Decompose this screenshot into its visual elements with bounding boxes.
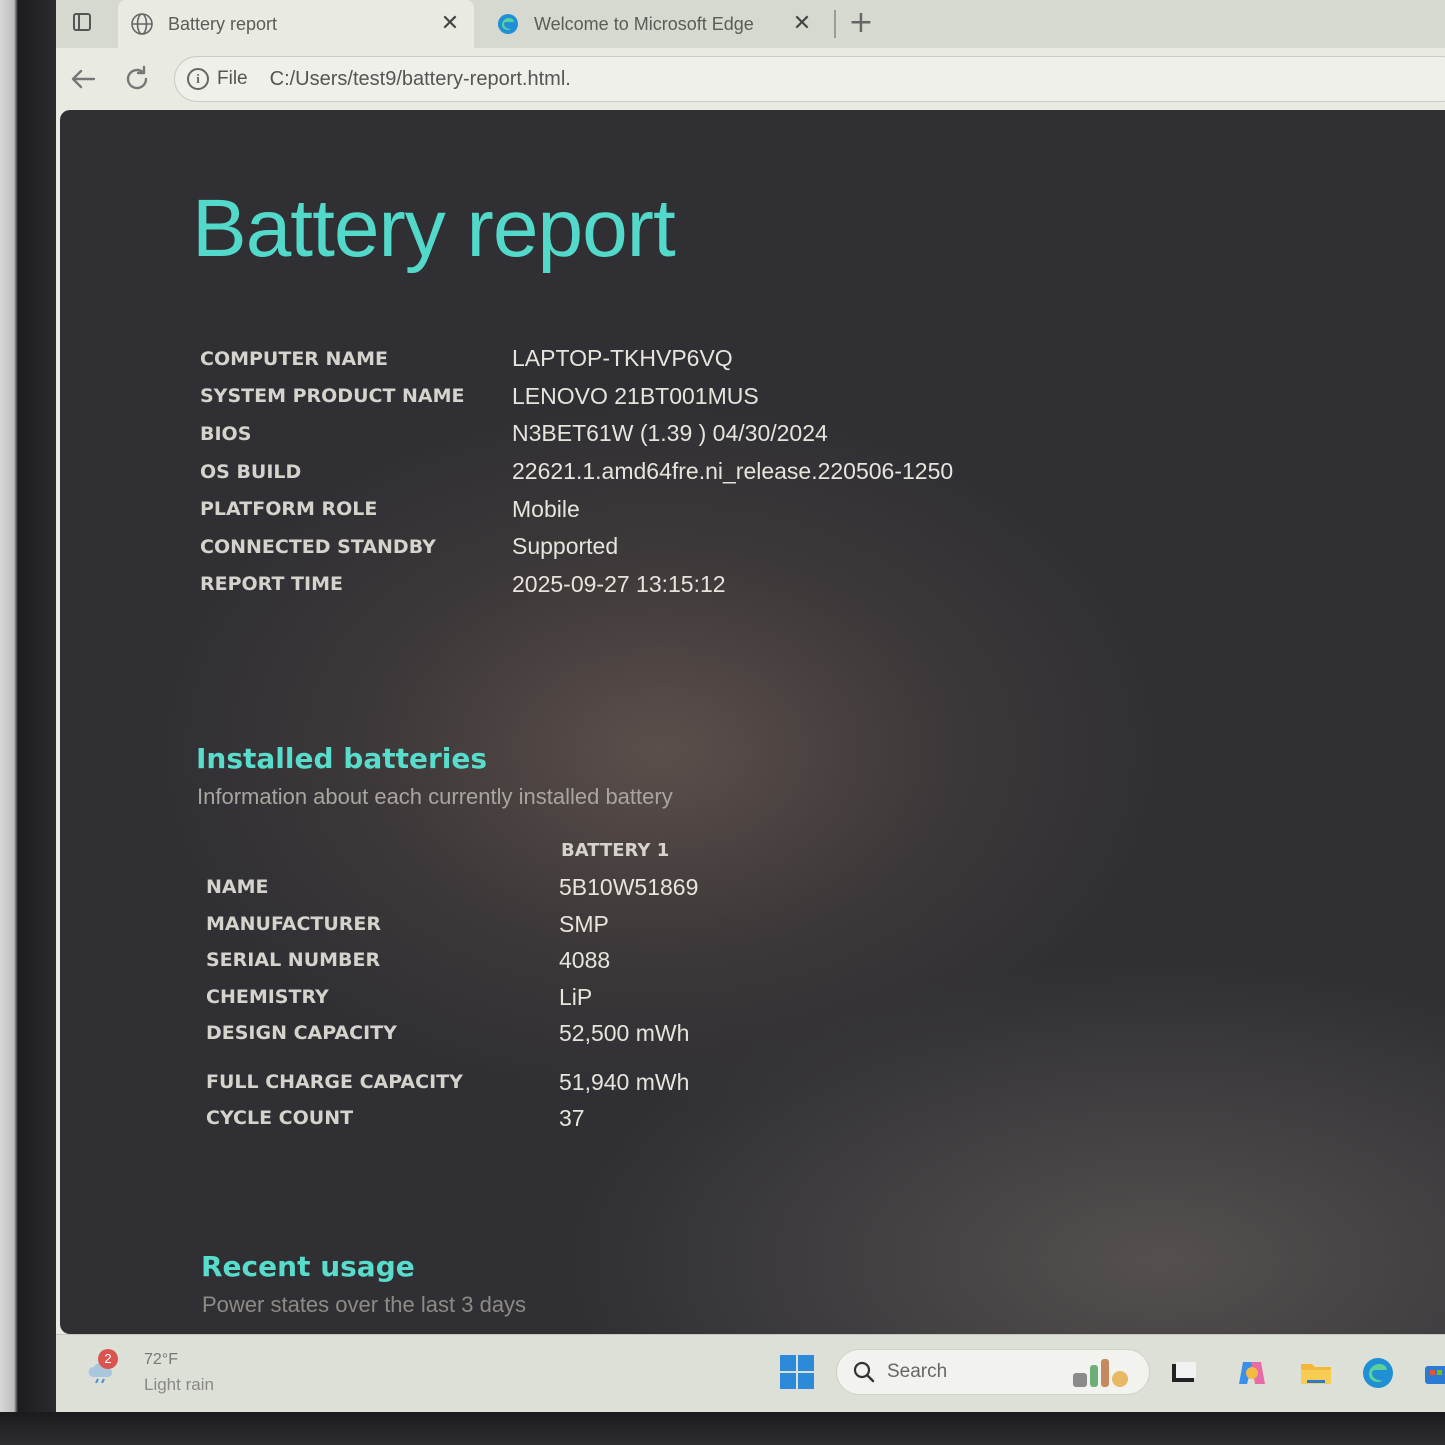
recent-usage-subheading: Power states over the last 3 days xyxy=(202,1292,527,1317)
weather-temperature: 72°F xyxy=(144,1351,178,1368)
row-label: BIOS xyxy=(200,422,252,445)
windows-logo-tile xyxy=(780,1355,796,1371)
row-value: 4088 xyxy=(559,946,611,973)
page-title: Battery report xyxy=(192,183,676,274)
row-value: LENOVO 21BT001MUS xyxy=(512,382,759,409)
row-label: REPORT TIME xyxy=(200,573,343,596)
installed-batteries-heading: Installed batteries xyxy=(196,742,488,775)
close-icon[interactable]: ✕ xyxy=(440,13,460,35)
url-scheme: File xyxy=(217,68,248,89)
new-tab-button[interactable]: + xyxy=(846,8,876,38)
row-label: CYCLE COUNT xyxy=(206,1107,354,1129)
row-label: COMPUTER NAME xyxy=(200,347,389,370)
row-label: PLATFORM ROLE xyxy=(200,498,378,521)
table-row: SERIAL NUMBER 4088 xyxy=(206,942,610,978)
address-bar[interactable]: i File C:/Users/test9/battery-report.htm… xyxy=(174,56,1445,102)
file-explorer-button[interactable] xyxy=(1296,1353,1336,1393)
battery-column-header: BATTERY 1 xyxy=(561,840,670,861)
row-value: LAPTOP-TKHVP6VQ xyxy=(512,345,733,372)
table-row: CYCLE COUNT 37 xyxy=(206,1100,585,1136)
table-row: FULL CHARGE CAPACITY 51,940 mWh xyxy=(206,1064,689,1100)
table-row: PLATFORM ROLE Mobile xyxy=(200,490,953,528)
table-row: MANUFACTURER SMP xyxy=(206,906,609,942)
tab-battery-report[interactable]: Battery report ✕ xyxy=(118,0,474,48)
copilot-button[interactable] xyxy=(1232,1353,1272,1393)
row-label: CONNECTED STANDBY xyxy=(200,535,436,558)
screen: Battery report ✕ Welcome to Microsoft Ed… xyxy=(56,0,1445,1412)
table-row: COMPUTER NAME LAPTOP-TKHVP6VQ xyxy=(200,340,953,378)
back-button[interactable] xyxy=(66,62,100,96)
store-icon xyxy=(1425,1366,1445,1384)
taskbar-search[interactable]: Search xyxy=(836,1349,1150,1395)
table-row: CONNECTED STANDBY Supported xyxy=(200,528,953,566)
tab-actions-button[interactable] xyxy=(68,10,96,34)
url-text[interactable]: C:/Users/test9/battery-report.html. xyxy=(270,68,571,91)
row-label: SERIAL NUMBER xyxy=(206,949,381,971)
monitor-bezel-bottom xyxy=(0,1412,1445,1445)
windows-logo-tile xyxy=(798,1373,814,1389)
store-button[interactable] xyxy=(1416,1353,1445,1393)
tab-strip: Battery report ✕ Welcome to Microsoft Ed… xyxy=(56,0,1445,48)
address-toolbar: i File C:/Users/test9/battery-report.htm… xyxy=(56,48,1445,110)
notification-badge: 2 xyxy=(98,1349,118,1369)
close-icon[interactable]: ✕ xyxy=(792,13,812,35)
search-label: Search xyxy=(887,1361,948,1382)
tab-title: Welcome to Microsoft Edge xyxy=(534,13,754,34)
windows-logo-tile xyxy=(798,1355,814,1371)
row-label: NAME xyxy=(206,876,269,898)
row-label: DESIGN CAPACITY xyxy=(206,1022,397,1044)
row-value: 5B10W51869 xyxy=(559,873,699,900)
table-row: NAME 5B10W51869 xyxy=(206,869,698,905)
row-value: SMP xyxy=(559,910,609,937)
row-label: MANUFACTURER xyxy=(206,913,382,935)
system-info-table: COMPUTER NAME LAPTOP-TKHVP6VQ SYSTEM PRO… xyxy=(200,340,953,603)
folder-icon xyxy=(1301,1364,1331,1384)
row-value: 52,500 mWh xyxy=(559,1019,690,1046)
tab-divider xyxy=(834,10,836,38)
table-row: SYSTEM PRODUCT NAME LENOVO 21BT001MUS xyxy=(200,378,953,416)
edge-taskbar-button[interactable] xyxy=(1358,1353,1398,1393)
monitor-bezel-left xyxy=(0,0,56,1445)
row-value: N3BET61W (1.39 ) 04/30/2024 xyxy=(512,420,828,447)
row-value: 2025-09-27 13:15:12 xyxy=(512,570,726,597)
globe-icon xyxy=(130,12,154,36)
copilot-icon xyxy=(1239,1362,1265,1384)
task-view-button[interactable] xyxy=(1164,1353,1204,1393)
row-label: CHEMISTRY xyxy=(206,986,329,1008)
windows-logo-tile xyxy=(780,1373,796,1389)
taskbar: 2 72°F Light rain Search xyxy=(56,1334,1445,1412)
table-row: BIOS N3BET61W (1.39 ) 04/30/2024 xyxy=(200,415,953,453)
start-button[interactable] xyxy=(780,1355,814,1389)
row-value: LiP xyxy=(559,983,593,1010)
row-label: FULL CHARGE CAPACITY xyxy=(206,1071,463,1093)
row-value: Mobile xyxy=(512,495,580,522)
row-value: 51,940 mWh xyxy=(559,1068,690,1095)
tab-welcome-edge[interactable]: Welcome to Microsoft Edge ✕ xyxy=(484,0,826,48)
installed-batteries-subheading: Information about each currently install… xyxy=(197,784,673,809)
refresh-button[interactable] xyxy=(120,62,154,96)
row-value: 37 xyxy=(559,1104,585,1131)
row-label: OS BUILD xyxy=(200,460,302,483)
weather-condition: Light rain xyxy=(144,1375,214,1394)
search-highlight-icon xyxy=(1073,1357,1139,1387)
task-view-icon xyxy=(1172,1362,1196,1382)
table-row: OS BUILD 22621.1.amd64fre.ni_release.220… xyxy=(200,453,953,491)
weather-widget[interactable]: 2 72°F Light rain xyxy=(86,1347,226,1401)
row-label: SYSTEM PRODUCT NAME xyxy=(200,385,465,408)
tab-title: Battery report xyxy=(168,13,278,34)
table-row: CHEMISTRY LiP xyxy=(206,979,592,1015)
table-row: REPORT TIME 2025-09-27 13:15:12 xyxy=(200,566,953,604)
row-value: 22621.1.amd64fre.ni_release.220506-1250 xyxy=(512,458,954,485)
tab-actions-icon xyxy=(73,13,91,31)
back-arrow-icon xyxy=(71,69,96,89)
recent-usage-heading: Recent usage xyxy=(201,1250,415,1283)
row-value: Supported xyxy=(512,533,619,560)
table-row: DESIGN CAPACITY 52,500 mWh xyxy=(206,1015,689,1051)
edge-icon xyxy=(496,12,520,36)
refresh-icon xyxy=(126,65,148,90)
info-icon[interactable]: i xyxy=(187,68,209,90)
report-page: Battery report COMPUTER NAME LAPTOP-TKHV… xyxy=(60,110,1445,1334)
edge-icon xyxy=(1363,1358,1393,1388)
search-icon xyxy=(853,1361,875,1383)
